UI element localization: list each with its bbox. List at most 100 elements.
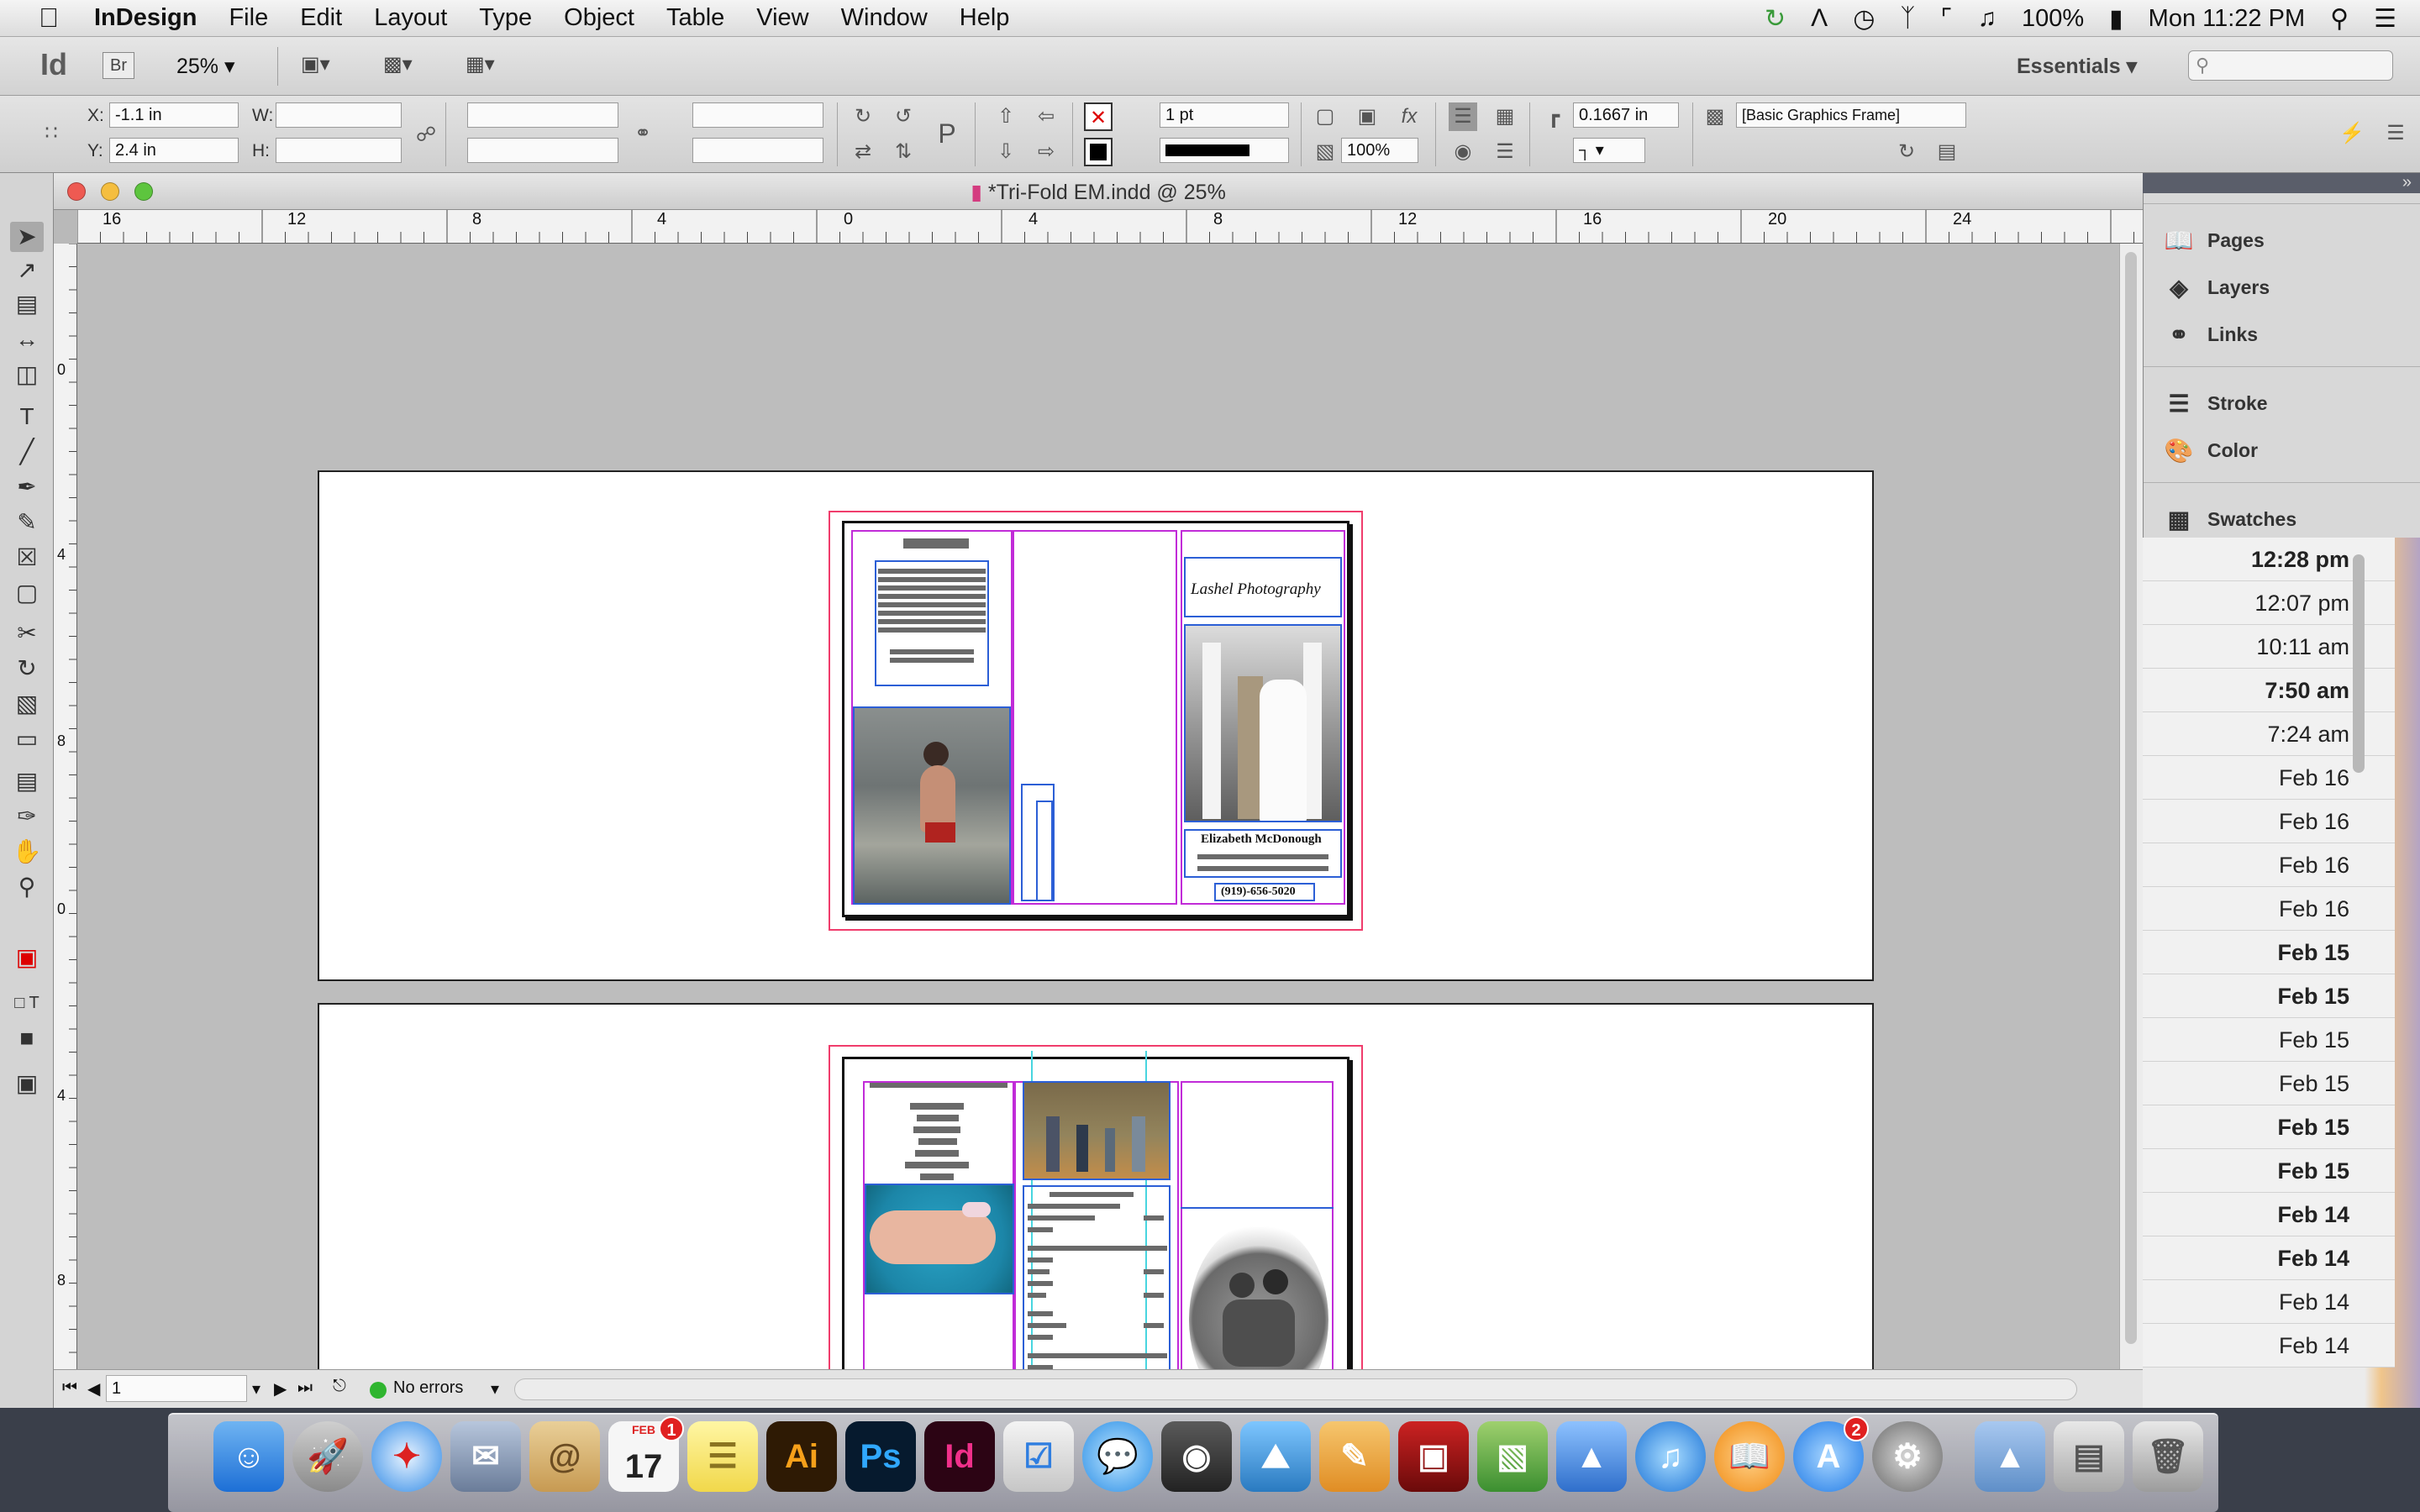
panel-group-grip[interactable] (2144, 366, 2420, 375)
text-wrap-shape-icon[interactable]: ◉ (1449, 138, 1477, 166)
menu-object[interactable]: Object (564, 4, 634, 32)
photoshop-icon[interactable]: Ps (845, 1421, 916, 1492)
facetime-icon[interactable]: ◉ (1161, 1421, 1232, 1492)
free-transform-tool-icon[interactable]: ↻ (10, 654, 44, 684)
rotation-angle-field[interactable] (692, 102, 823, 128)
finder-date-row[interactable]: Feb 15 (2143, 931, 2395, 974)
wedding-couple-photo[interactable] (1184, 624, 1342, 822)
downloads-stack-icon[interactable]: ▤ (2054, 1421, 2124, 1492)
direct-selection-tool-icon[interactable]: ↗ (10, 255, 44, 286)
previous-page-button[interactable]: ◀ (87, 1378, 100, 1399)
constrain-proportions-icon[interactable]: ☍ (412, 121, 440, 150)
page-number-field[interactable]: 1 (106, 1375, 247, 1402)
panel-swatches[interactable]: ▦ Swatches (2162, 499, 2406, 539)
pen-tool-icon[interactable]: ✒ (10, 472, 44, 502)
panel-pages[interactable]: 📖 Pages (2162, 220, 2406, 260)
eyedropper-tool-icon[interactable]: ✑ (10, 801, 44, 832)
rotated-text-frame[interactable] (1036, 801, 1053, 901)
panel-group-grip[interactable] (2144, 482, 2420, 491)
iphoto-icon[interactable]: ⛰ (1240, 1421, 1311, 1492)
menu-layout[interactable]: Layout (374, 4, 447, 32)
battery-icon[interactable]: ▮ (2109, 4, 2123, 34)
finder-date-row[interactable]: Feb 16 (2143, 800, 2395, 843)
rectangle-frame-tool-icon[interactable]: ☒ (10, 543, 44, 573)
wifi-icon[interactable]: ⌜ (1940, 4, 1952, 34)
panel-menu-icon[interactable]: ☰ (2381, 119, 2410, 148)
select-previous-icon[interactable]: ⇦ (1032, 102, 1060, 131)
gap-tool-icon[interactable]: ↔ (10, 324, 44, 354)
preflight-icon[interactable]: ⎋ (333, 1377, 346, 1396)
pasteboard[interactable]: Lashel Photography Elizabeth McDonough (… (77, 244, 2119, 1369)
object-style-dropdown[interactable]: [Basic Graphics Frame] (1736, 102, 1966, 128)
indesign-dock-icon[interactable]: Id (924, 1421, 995, 1492)
first-page-button[interactable]: ⏮ (62, 1378, 77, 1398)
flip-horizontal-icon[interactable]: ⇄ (849, 138, 877, 166)
apply-color-icon[interactable]: ■ (10, 1023, 44, 1053)
chain-link-icon[interactable]: ⚭ (629, 119, 657, 148)
panel-links[interactable]: ⚭ Links (2162, 314, 2406, 354)
y-position-field[interactable]: 2.4 in (109, 138, 239, 163)
applications-folder-icon[interactable]: ▲ (1975, 1421, 2045, 1492)
finder-date-row[interactable]: Feb 15 (2143, 1149, 2395, 1193)
select-content-icon[interactable]: ⇩ (992, 138, 1020, 166)
horizontal-scrollbar[interactable] (514, 1378, 2077, 1400)
effects-fx-icon[interactable]: fx (1395, 102, 1423, 131)
vertical-ruler[interactable]: 0 4 8 0 4 8 (54, 244, 77, 1369)
help-search-input[interactable]: ⚲ (2188, 50, 2393, 81)
workspace-switcher[interactable]: Essentials ▾ (2017, 54, 2137, 79)
collapse-panels-icon[interactable]: » (2402, 173, 2412, 192)
ibooks-icon[interactable]: 📖 (1714, 1421, 1785, 1492)
menu-table[interactable]: Table (666, 4, 724, 32)
screen-mode-icon[interactable]: ▣ (10, 1068, 44, 1099)
numbers-icon[interactable]: ▧ (1477, 1421, 1548, 1492)
type-tool-icon[interactable]: T (10, 402, 44, 432)
zoom-tool-icon[interactable]: ⚲ (10, 872, 44, 902)
corner-shape-dropdown[interactable]: ┐ ▾ (1573, 138, 1645, 163)
launchpad-icon[interactable]: 🚀 (292, 1421, 363, 1492)
select-next-icon[interactable]: ⇨ (1032, 138, 1060, 166)
body-text-frame[interactable] (1023, 1185, 1171, 1369)
page-2[interactable] (842, 1051, 1349, 1369)
system-preferences-icon[interactable]: ⚙ (1872, 1421, 1943, 1492)
finder-icon[interactable]: ☺ (213, 1421, 284, 1492)
battery-percent[interactable]: 100% (2022, 5, 2084, 33)
flip-vertical-icon[interactable]: ⇅ (889, 138, 918, 166)
horizontal-ruler[interactable]: 16 12 8 4 0 4 8 12 16 20 24 (77, 210, 2143, 244)
corner-options-icon[interactable]: ┏ (1539, 102, 1568, 131)
mail-icon[interactable]: ✉ (450, 1421, 521, 1492)
preflight-status[interactable]: No errors (393, 1378, 463, 1398)
rectangle-tool-icon[interactable]: ▢ (10, 578, 44, 608)
pencil-tool-icon[interactable]: ✎ (10, 507, 44, 538)
name-text-frame[interactable]: Elizabeth McDonough (1184, 829, 1342, 878)
menu-indesign[interactable]: InDesign (94, 4, 197, 32)
finder-date-row[interactable]: Feb 15 (2143, 1018, 2395, 1062)
arrange-documents-button[interactable]: ▦▾ (466, 52, 516, 81)
safari-icon[interactable]: ✦ (371, 1421, 442, 1492)
last-page-button[interactable]: ⏭ (297, 1378, 313, 1398)
time-machine-icon[interactable]: ◷ (1853, 4, 1875, 34)
messages-icon[interactable]: 💬 (1082, 1421, 1153, 1492)
scissors-tool-icon[interactable]: ✂ (10, 618, 44, 648)
next-page-button[interactable]: ▶ (274, 1378, 287, 1399)
height-field[interactable] (276, 138, 402, 163)
finder-date-row[interactable]: Feb 16 (2143, 887, 2395, 931)
finder-date-row[interactable]: Feb 14 (2143, 1324, 2395, 1368)
scrollbar-thumb[interactable] (2125, 252, 2137, 1344)
gradient-feather-tool-icon[interactable]: ▭ (10, 724, 44, 754)
finder-date-row[interactable]: Feb 14 (2143, 1193, 2395, 1236)
text-frame[interactable] (875, 560, 989, 686)
family-photo[interactable] (1023, 1081, 1171, 1180)
shadow-toggle-icon[interactable]: ▣ (1353, 102, 1381, 131)
menu-help[interactable]: Help (960, 4, 1010, 32)
new-style-icon[interactable]: ▤ (1933, 138, 1961, 166)
scale-y-field[interactable] (467, 138, 618, 163)
newborn-photo[interactable] (865, 1184, 1014, 1294)
x-position-field[interactable]: -1.1 in (109, 102, 239, 128)
panel-layers[interactable]: ◈ Layers (2162, 267, 2406, 307)
maternity-beach-photo[interactable] (853, 706, 1011, 905)
stroke-weight-field[interactable]: 1 pt (1160, 102, 1289, 128)
finder-date-row[interactable]: Feb 15 (2143, 1062, 2395, 1105)
text-wrap-none-icon[interactable]: ☰ (1449, 102, 1477, 131)
drop-shadow-icon[interactable]: ▢ (1311, 102, 1339, 131)
fill-stroke-swatch-icon[interactable]: ▣ (10, 942, 44, 973)
